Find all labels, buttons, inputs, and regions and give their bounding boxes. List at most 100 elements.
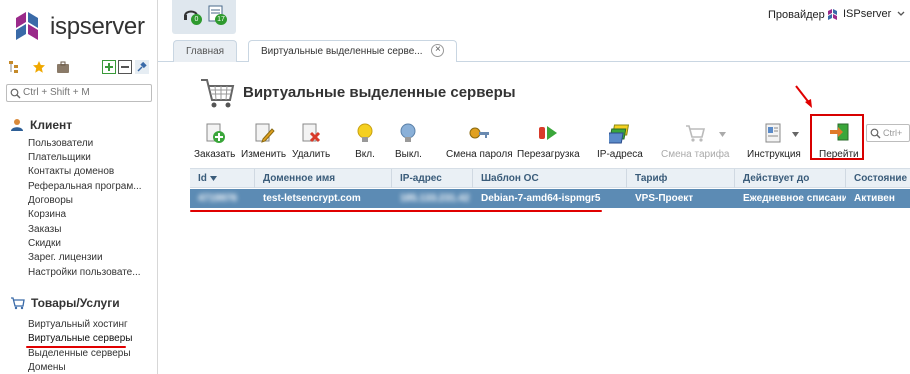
- cell-status: Активен: [854, 193, 895, 204]
- instruction-button[interactable]: Инструкция: [747, 122, 801, 160]
- page-title: Виртуальные выделенные серверы: [243, 84, 516, 101]
- cart-tariff-icon: [686, 125, 706, 142]
- chevron-down-icon: [897, 11, 905, 16]
- enable-label: Вкл.: [355, 149, 375, 160]
- sidebar-item-discounts[interactable]: Скидки: [28, 238, 61, 249]
- person-icon: [11, 119, 23, 131]
- sidebar: ispserver Клиент Пользователи Плательщик…: [0, 0, 158, 374]
- sidebar-item-user-settings[interactable]: Настройки пользовате...: [28, 267, 141, 278]
- sort-down-icon: [209, 176, 217, 181]
- col-id-label: Id: [198, 173, 207, 184]
- reboot-label: Перезагрузка: [517, 149, 580, 160]
- col-domain[interactable]: Доменное имя: [255, 169, 392, 188]
- tab-virtual-servers[interactable]: Виртуальные выделенные серве... ×: [248, 40, 458, 63]
- cell-domain: test-letsencrypt.com: [263, 193, 361, 204]
- page-cart-icon: [201, 79, 235, 108]
- instruction-label: Инструкция: [747, 149, 801, 160]
- disable-button[interactable]: Выкл.: [395, 122, 422, 160]
- notification-area: 0 17: [172, 0, 236, 34]
- cell-tariff: VPS-Проект: [635, 193, 694, 204]
- delete-label: Удалить: [292, 149, 331, 160]
- edit-button[interactable]: Изменить: [241, 122, 286, 160]
- sidebar-item-basket[interactable]: Корзина: [28, 209, 66, 220]
- col-ip[interactable]: IP-адрес: [392, 169, 473, 188]
- change-password-label: Смена пароля: [446, 149, 513, 160]
- reboot-icon: [539, 126, 558, 140]
- brand-label: ISPserver: [843, 8, 892, 20]
- collapse-all-icon[interactable]: [118, 60, 132, 74]
- col-id[interactable]: Id: [190, 169, 255, 188]
- sidebar-search-input[interactable]: [23, 87, 147, 98]
- table-header: Id Доменное имя IP-адрес Шаблон ОС Тариф…: [190, 168, 910, 188]
- sidebar-item-orders[interactable]: Заказы: [28, 224, 61, 235]
- delete-button[interactable]: Удалить: [292, 122, 330, 160]
- sidebar-item-users[interactable]: Пользователи: [28, 138, 93, 149]
- logo[interactable]: ispserver: [12, 10, 145, 44]
- bulb-off-icon: [400, 123, 416, 142]
- tab-bar: Главная Виртуальные выделенные серве... …: [158, 40, 910, 63]
- logo-text: ispserver: [50, 13, 145, 40]
- sidebar-item-virtual-hosting[interactable]: Виртуальный хостинг: [28, 319, 128, 330]
- section-products[interactable]: Товары/Услуги: [10, 296, 120, 310]
- toolbar-search-icon: [870, 128, 881, 139]
- briefcase-icon[interactable]: [56, 60, 70, 74]
- toolbar-search[interactable]: Ctrl+: [866, 124, 910, 142]
- sidebar-item-licenses[interactable]: Зарег. лицензии: [28, 252, 103, 263]
- disable-label: Выкл.: [395, 149, 422, 160]
- annotation-underline-row: [190, 210, 602, 212]
- col-tariff[interactable]: Тариф: [627, 169, 735, 188]
- table-row[interactable]: 4719976 test-letsencrypt.com 185.133.231…: [190, 189, 910, 208]
- pin-icon[interactable]: [135, 60, 149, 74]
- main-content: Виртуальные выделенные серверы Заказать …: [158, 62, 910, 374]
- sidebar-item-referral[interactable]: Реферальная програм...: [28, 181, 142, 192]
- section-products-title: Товары/Услуги: [31, 296, 120, 310]
- cart-icon: [11, 297, 25, 310]
- change-password-button[interactable]: Смена пароля: [446, 122, 513, 160]
- col-valid-until[interactable]: Действует до: [735, 169, 846, 188]
- sidebar-item-dedicated-servers[interactable]: Выделенные серверы: [28, 348, 131, 359]
- order-icon: [206, 123, 225, 143]
- toolbar-search-placeholder: Ctrl+: [883, 128, 903, 138]
- edit-label: Изменить: [241, 149, 287, 160]
- provider-label[interactable]: Провайдер: [768, 9, 825, 21]
- col-status[interactable]: Состояние: [846, 169, 910, 188]
- tab-close-icon[interactable]: ×: [431, 43, 445, 57]
- edit-icon: [255, 123, 275, 143]
- tab-home[interactable]: Главная: [173, 40, 238, 62]
- cell-id: 4719976: [198, 193, 237, 204]
- sidebar-item-domains[interactable]: Домены: [28, 362, 66, 373]
- support-badge: 0: [191, 14, 202, 25]
- col-os-template[interactable]: Шаблон ОС: [473, 169, 627, 188]
- bulb-on-icon: [357, 123, 373, 142]
- sidebar-item-virtual-servers[interactable]: Виртуальные серверы: [28, 333, 132, 344]
- goto-label: Перейти: [819, 149, 859, 160]
- order-button[interactable]: Заказать: [194, 122, 235, 160]
- toolbar: Заказать Изменить Удалить Вкл. Выкл. Сме…: [158, 114, 910, 164]
- expand-all-icon[interactable]: [102, 60, 116, 74]
- ip-addresses-button[interactable]: IP-адреса: [597, 122, 643, 160]
- tree-icon[interactable]: [8, 60, 22, 74]
- goto-button[interactable]: Перейти: [819, 122, 859, 160]
- instruction-dropdown-icon[interactable]: [792, 132, 799, 137]
- key-icon: [469, 127, 490, 139]
- sidebar-item-payers[interactable]: Плательщики: [28, 152, 91, 163]
- ispserver-small-icon: [828, 9, 837, 20]
- sidebar-search[interactable]: [6, 84, 152, 102]
- reboot-button[interactable]: Перезагрузка: [517, 122, 580, 160]
- star-icon[interactable]: [32, 60, 46, 74]
- change-tariff-label: Смена тарифа: [661, 149, 730, 160]
- brand-menu[interactable]: ISPserver: [827, 8, 905, 20]
- tariff-dropdown-icon[interactable]: [719, 132, 726, 137]
- section-client-title: Клиент: [30, 118, 73, 132]
- change-tariff-button[interactable]: Смена тарифа: [661, 122, 730, 160]
- ip-cards-icon: [608, 124, 629, 144]
- tab-home-label: Главная: [186, 46, 225, 57]
- tab-virtual-servers-label: Виртуальные выделенные серве...: [261, 46, 423, 57]
- tickets-badge: 17: [215, 14, 227, 25]
- section-client[interactable]: Клиент: [10, 118, 72, 132]
- sidebar-item-contracts[interactable]: Договоры: [28, 195, 73, 206]
- enable-button[interactable]: Вкл.: [354, 122, 376, 160]
- sidebar-item-domain-contacts[interactable]: Контакты доменов: [28, 166, 114, 177]
- cell-valid-until: Ежедневное списание: [743, 193, 846, 204]
- annotation-arrow-icon: [795, 85, 812, 108]
